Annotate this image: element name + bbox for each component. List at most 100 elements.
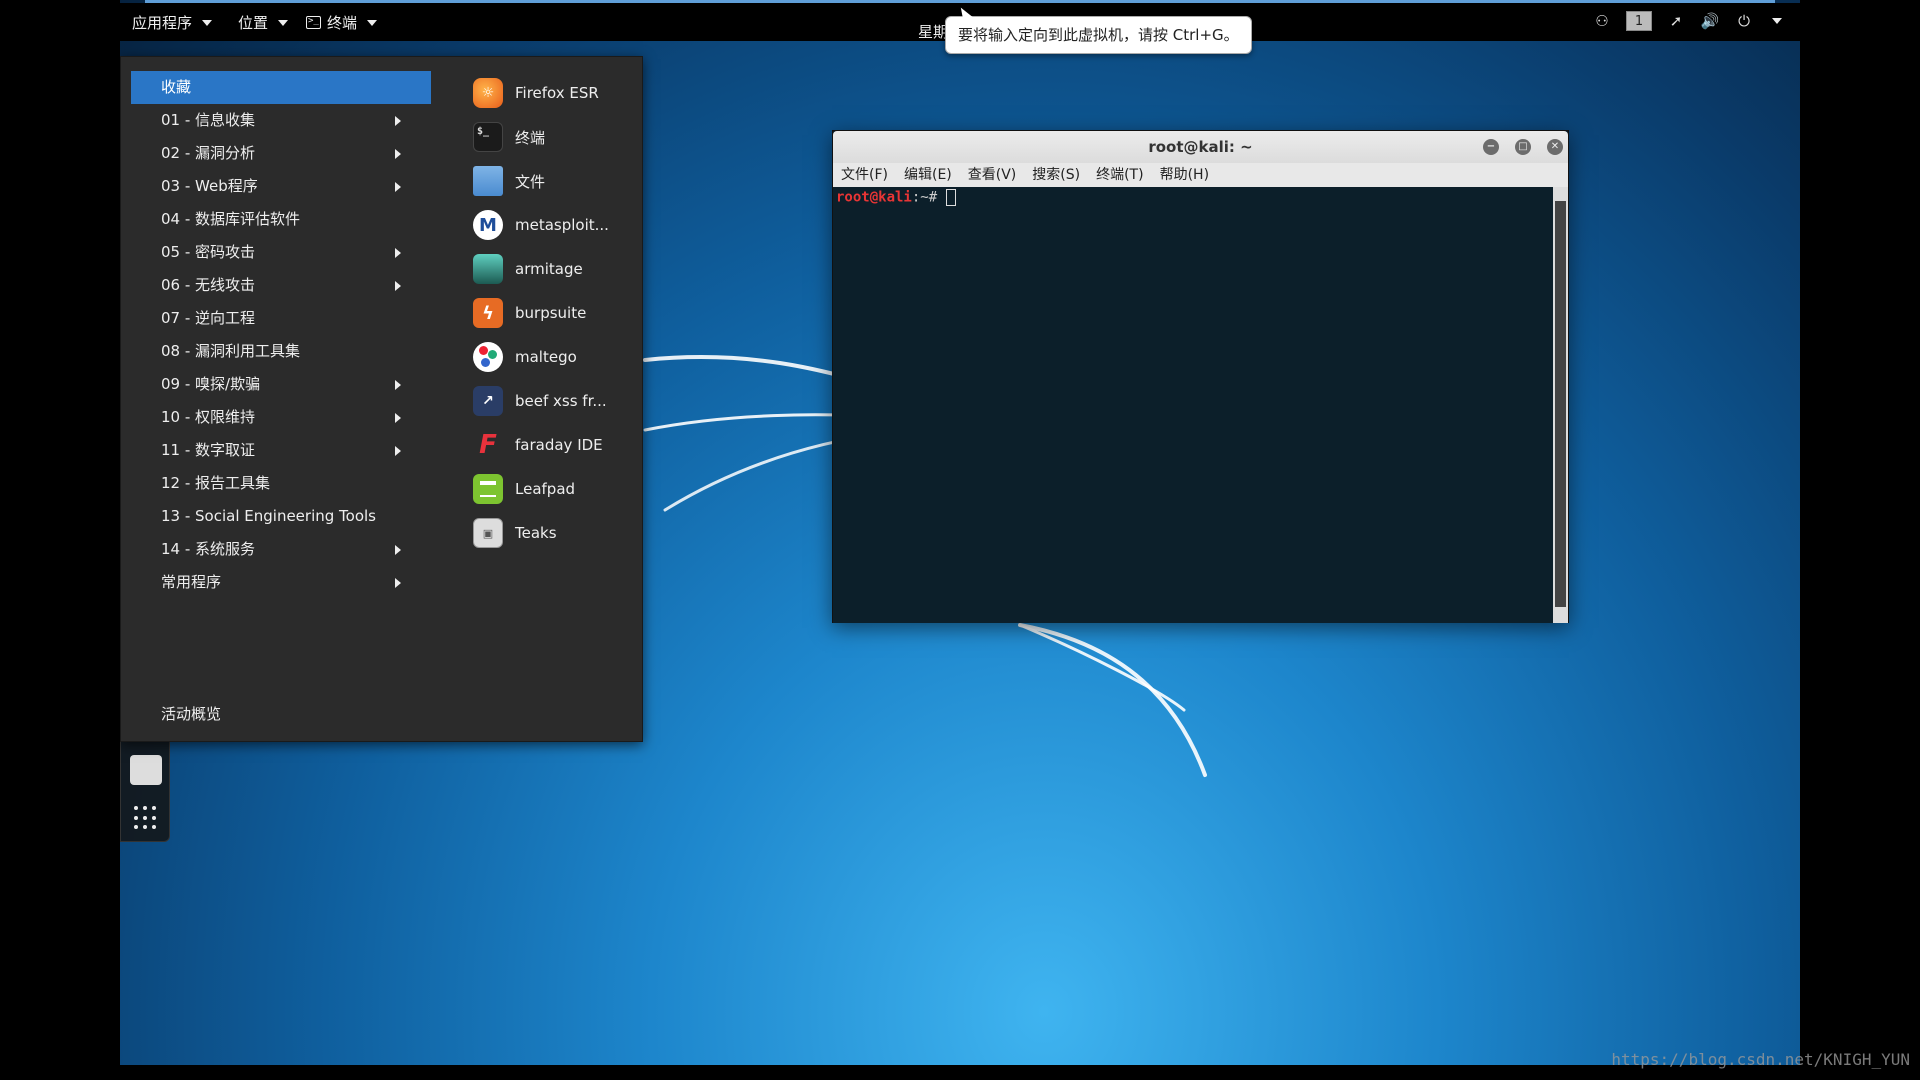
show-applications-icon[interactable] — [134, 806, 158, 830]
menu-category-label: 01 - 信息收集 — [161, 111, 256, 129]
workspace-indicator[interactable]: 1 — [1626, 11, 1652, 31]
favorite-app-label: armitage — [515, 260, 583, 278]
favorite-app-item[interactable]: 文件 — [473, 159, 633, 203]
favorite-app-label: burpsuite — [515, 304, 587, 322]
applications-menu[interactable]: 应用程序 — [132, 12, 213, 33]
watermark-text: https://blog.csdn.net/KNIGH_YUN — [1611, 1050, 1910, 1069]
terminal-menu-item[interactable]: 文件(F) — [833, 163, 896, 187]
menu-category[interactable]: 常用程序 — [131, 566, 431, 599]
favorites-list: ☼ Firefox ESR $_ 终端文件 Mmetasploit... armitage… — [473, 71, 633, 555]
prompt-path: :~# — [911, 189, 946, 206]
chevron-right-icon — [395, 116, 401, 126]
power-icon[interactable]: ⏻ — [1734, 11, 1754, 31]
menu-category[interactable]: 收藏 — [131, 71, 431, 104]
menu-category[interactable]: 07 - 逆向工程 — [131, 302, 431, 335]
menu-category-label: 14 - 系统服务 — [161, 540, 256, 558]
favorite-app-item[interactable]: armitage — [473, 247, 633, 291]
favorite-app-label: 终端 — [515, 128, 546, 147]
menu-category-label: 08 - 漏洞利用工具集 — [161, 342, 301, 360]
menu-category[interactable]: 10 - 权限维持 — [131, 401, 431, 434]
system-tray: ⚇ 1 ➚ 🔊 ⏻ — [1592, 11, 1782, 31]
text-cursor — [945, 189, 956, 206]
menu-category-label: 03 - Web程序 — [161, 177, 258, 195]
terminal-output[interactable]: root@kali:~# — [833, 187, 1554, 623]
menu-category[interactable]: 11 - 数字取证 — [131, 434, 431, 467]
menu-category[interactable]: 13 - Social Engineering Tools — [131, 500, 431, 533]
menu-category-label: 09 - 嗅探/欺骗 — [161, 375, 261, 393]
chevron-right-icon — [395, 182, 401, 192]
favorite-app-item[interactable]: ▣ Teaks — [473, 511, 633, 555]
menu-category[interactable]: 14 - 系统服务 — [131, 533, 431, 566]
favorite-app-item[interactable]: maltego — [473, 335, 633, 379]
chevron-right-icon — [395, 281, 401, 291]
teaks-icon: ▣ — [473, 518, 503, 548]
favorite-app-label: Teaks — [515, 524, 557, 542]
terminal-icon: >_ — [306, 16, 321, 29]
favorite-app-label: Firefox ESR — [515, 84, 599, 102]
terminal-menu-item[interactable]: 帮助(H) — [1152, 163, 1217, 187]
menu-category[interactable]: 06 - 无线攻击 — [131, 269, 431, 302]
terminal-menu-item[interactable]: 编辑(E) — [896, 163, 960, 187]
menu-category[interactable]: 03 - Web程序 — [131, 170, 431, 203]
menu-category[interactable]: 12 - 报告工具集 — [131, 467, 431, 500]
favorite-app-item[interactable]: Ffaraday IDE — [473, 423, 633, 467]
metasploit-icon: M — [473, 210, 503, 240]
vm-input-tooltip: 要将输入定向到此虚拟机，请按 Ctrl+G。 — [945, 16, 1252, 54]
favorite-app-label: faraday IDE — [515, 436, 603, 454]
favorite-app-label: metasploit... — [515, 216, 609, 234]
terminal-menu-item[interactable]: 终端(T) — [1088, 163, 1151, 187]
favorite-app-item[interactable]: ☼ Firefox ESR — [473, 71, 633, 115]
favorite-app-label: Leafpad — [515, 480, 576, 498]
favorite-app-item[interactable]: Leafpad — [473, 467, 633, 511]
clock-label[interactable]: 星期 — [918, 21, 948, 42]
menu-category[interactable]: 04 - 数据库评估软件 — [131, 203, 431, 236]
armitage-icon — [473, 254, 503, 284]
favorite-app-label: 文件 — [515, 172, 546, 191]
teaks-dock-icon[interactable] — [130, 755, 162, 785]
terminal-scrollbar[interactable] — [1553, 187, 1568, 623]
menu-category[interactable]: 01 - 信息收集 — [131, 104, 431, 137]
volume-icon[interactable]: 🔊 — [1700, 11, 1720, 31]
maltego-icon — [473, 342, 503, 372]
scrollbar-thumb[interactable] — [1555, 201, 1566, 607]
favorite-app-item[interactable]: ↗ beef xss fr... — [473, 379, 633, 423]
chevron-right-icon — [395, 413, 401, 423]
people-icon[interactable]: ⚇ — [1592, 11, 1612, 31]
menu-category-label: 02 - 漏洞分析 — [161, 144, 256, 162]
terminal-menu-item[interactable]: 查看(V) — [960, 163, 1025, 187]
menu-category[interactable]: 02 - 漏洞分析 — [131, 137, 431, 170]
close-button[interactable]: ✕ — [1547, 139, 1563, 155]
menu-category[interactable]: 09 - 嗅探/欺骗 — [131, 368, 431, 401]
prompt-user: root@kali — [836, 189, 912, 206]
terminal-menu-item[interactable]: 搜索(S) — [1024, 163, 1088, 187]
leafpad-icon — [473, 474, 503, 504]
places-menu-label: 位置 — [238, 14, 269, 32]
window-title: root@kali: ~ — [1148, 138, 1253, 156]
favorite-app-item[interactable]: Mmetasploit... — [473, 203, 633, 247]
category-list: 收藏 01 - 信息收集 02 - 漏洞分析 03 - Web程序 04 - 数据库评估… — [131, 71, 431, 599]
activities-overview[interactable]: 活动概览 — [161, 703, 221, 724]
menu-category-label: 06 - 无线攻击 — [161, 276, 256, 294]
chevron-right-icon — [395, 149, 401, 159]
terminal-window: root@kali: ~ − □ ✕ 文件(F) 编辑(E) 查看(V) 搜索(S) 终… — [832, 130, 1569, 623]
chevron-down-icon — [202, 19, 213, 26]
minimize-button[interactable]: − — [1483, 139, 1499, 155]
terminal-titlebar[interactable]: root@kali: ~ − □ ✕ — [833, 131, 1568, 163]
menu-category[interactable]: 08 - 漏洞利用工具集 — [131, 335, 431, 368]
favorite-app-item[interactable]: $_ 终端 — [473, 115, 633, 159]
places-menu[interactable]: 位置 — [238, 12, 289, 33]
chevron-down-icon[interactable] — [1772, 18, 1782, 24]
terminal-app-menu[interactable]: >_ 终端 — [306, 12, 378, 33]
network-icon[interactable]: ➚ — [1666, 11, 1686, 31]
menu-category-label: 13 - Social Engineering Tools — [161, 507, 376, 525]
menu-category[interactable]: 05 - 密码攻击 — [131, 236, 431, 269]
terminal-menubar: 文件(F) 编辑(E) 查看(V) 搜索(S) 终端(T) 帮助(H) — [833, 163, 1568, 187]
menu-category-label: 10 - 权限维持 — [161, 408, 256, 426]
favorite-app-label: beef xss fr... — [515, 392, 607, 410]
maximize-button[interactable]: □ — [1515, 139, 1531, 155]
favorite-app-item[interactable]: ϟ burpsuite — [473, 291, 633, 335]
menu-category-label: 07 - 逆向工程 — [161, 309, 256, 327]
applications-dropdown: 收藏 01 - 信息收集 02 - 漏洞分析 03 - Web程序 04 - 数据库评估… — [120, 56, 643, 742]
terminal-icon: $_ — [473, 122, 503, 152]
firefox-icon: ☼ — [473, 78, 503, 108]
